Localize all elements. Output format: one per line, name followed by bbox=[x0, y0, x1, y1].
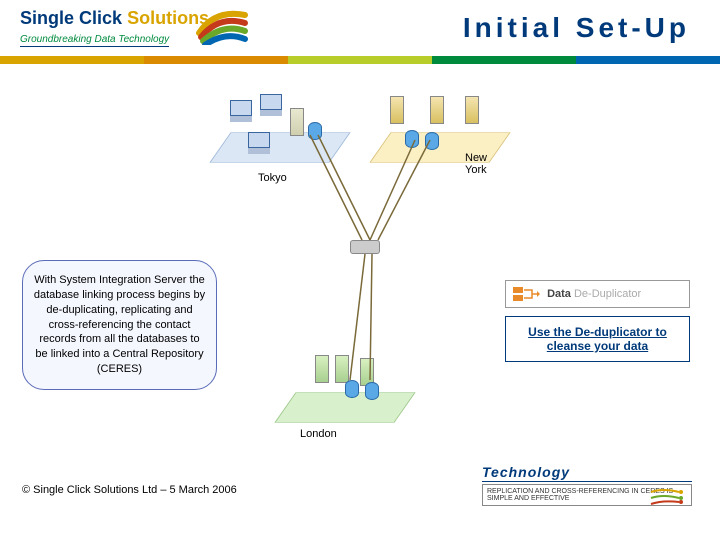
site-floor-tokyo bbox=[209, 132, 350, 162]
slide-header: Single Click Solutions Groundbreaking Da… bbox=[0, 0, 720, 60]
page-title: Initial Set-Up bbox=[463, 12, 690, 44]
deduplicator-panel: Data De-Duplicator bbox=[505, 280, 690, 308]
site-label-london: London bbox=[300, 428, 337, 440]
database-icon bbox=[365, 382, 379, 400]
logo-tagline: Groundbreaking Data Technology bbox=[20, 34, 169, 47]
technology-subtext: REPLICATION AND CROSS-REFERENCING IN CER… bbox=[487, 488, 673, 502]
network-diagram: Tokyo New York London bbox=[230, 80, 490, 460]
deduplicator-callout: Use the De-duplicator to cleanse your da… bbox=[505, 316, 690, 362]
technology-box: Technology REPLICATION AND CROSS-REFEREN… bbox=[482, 464, 692, 506]
callout-bubble-text: With System Integration Server the datab… bbox=[34, 274, 205, 375]
database-icon bbox=[425, 132, 439, 150]
logo-swirl-icon bbox=[195, 3, 250, 45]
server-icon bbox=[315, 355, 329, 383]
server-icon bbox=[430, 96, 444, 124]
callout-bubble: With System Integration Server the datab… bbox=[22, 260, 217, 390]
site-floor-london bbox=[274, 392, 415, 422]
database-icon bbox=[308, 122, 322, 140]
site-label-newyork: New York bbox=[465, 152, 490, 176]
deduplicator-icon bbox=[512, 285, 540, 303]
logo-word-1: Single bbox=[20, 8, 74, 28]
technology-title: Technology bbox=[482, 464, 692, 482]
database-icon bbox=[405, 130, 419, 148]
computer-icon bbox=[260, 94, 282, 114]
server-icon bbox=[465, 96, 479, 124]
server-icon bbox=[290, 108, 304, 136]
database-icon bbox=[345, 380, 359, 398]
header-color-bar bbox=[0, 56, 720, 64]
computer-icon bbox=[230, 100, 252, 120]
site-label-tokyo: Tokyo bbox=[258, 172, 287, 184]
technology-flow-icon bbox=[649, 486, 689, 506]
deduplicator-suffix: De-Duplicator bbox=[574, 288, 641, 300]
deduplicator-title: Data De-Duplicator bbox=[547, 288, 641, 300]
slide-body: With System Integration Server the datab… bbox=[0, 70, 720, 510]
computer-icon bbox=[248, 132, 270, 152]
deduplicator-brand: Data bbox=[547, 288, 571, 300]
logo-word-2: Click bbox=[79, 8, 122, 28]
logo: Single Click Solutions Groundbreaking Da… bbox=[20, 8, 209, 47]
logo-title: Single Click Solutions bbox=[20, 8, 209, 29]
copyright-footer: © Single Click Solutions Ltd – 5 March 2… bbox=[22, 484, 237, 496]
server-icon bbox=[335, 355, 349, 383]
hub-icon bbox=[350, 240, 380, 254]
technology-subtext-box: REPLICATION AND CROSS-REFERENCING IN CER… bbox=[482, 484, 692, 506]
server-icon bbox=[390, 96, 404, 124]
